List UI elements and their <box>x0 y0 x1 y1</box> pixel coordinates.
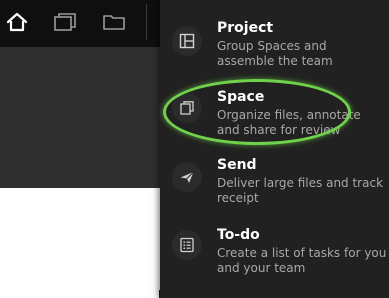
menu-item-description: Create a list of tasks for you and your … <box>217 246 387 275</box>
toolbar-divider <box>146 4 147 40</box>
menu-item-title: Space <box>217 89 265 105</box>
project-icon <box>172 26 202 56</box>
menu-item-project[interactable]: Project Group Spaces and assemble the te… <box>160 20 389 72</box>
menu-item-title: To-do <box>217 227 260 243</box>
menu-item-title: Project <box>217 20 274 36</box>
menu-item-description: Deliver large files and track receipt <box>217 176 384 205</box>
layers-icon[interactable] <box>50 8 80 36</box>
menu-item-description: Organize files, annotate and share for r… <box>217 108 361 137</box>
folder-icon[interactable] <box>99 8 129 36</box>
new-item-menu: Project Group Spaces and assemble the te… <box>160 0 389 298</box>
menu-item-space[interactable]: Space Organize files, annotate and share… <box>160 89 389 141</box>
menu-item-description: Group Spaces and assemble the team <box>217 39 333 68</box>
menu-item-todo[interactable]: To-do Create a list of tasks for you and… <box>160 227 389 279</box>
space-icon <box>172 93 202 123</box>
todo-icon <box>172 230 202 260</box>
send-icon <box>172 162 202 192</box>
menu-item-send[interactable]: Send Deliver large files and track recei… <box>160 157 389 209</box>
home-icon[interactable] <box>2 8 32 36</box>
menu-item-title: Send <box>217 157 257 173</box>
